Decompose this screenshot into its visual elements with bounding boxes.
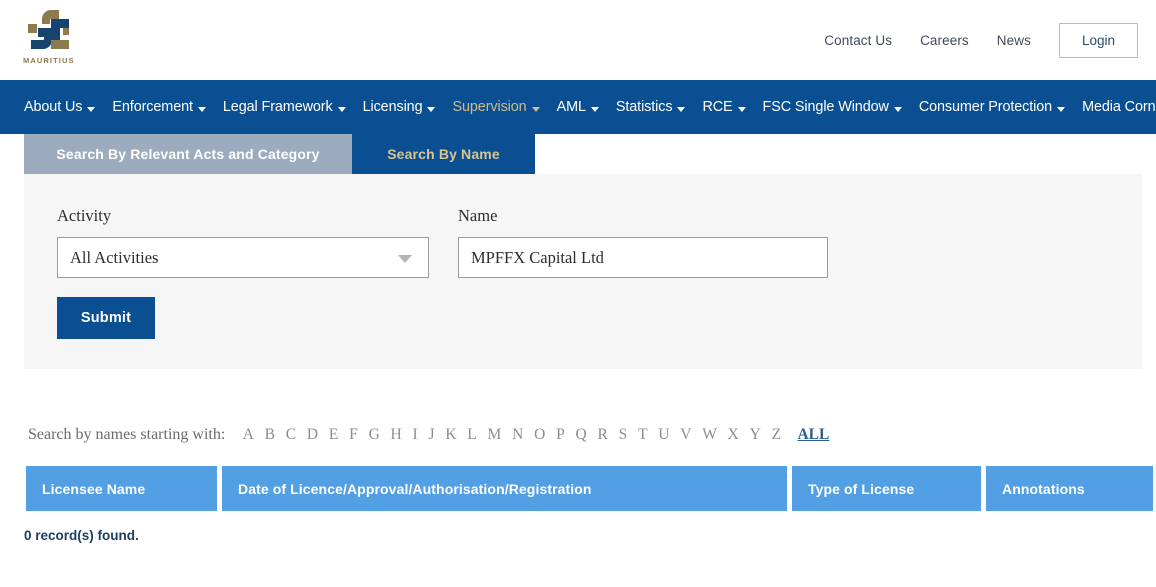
nav-item-legal-framework[interactable]: Legal Framework — [223, 99, 346, 115]
alphabet-link-e[interactable]: E — [324, 426, 344, 443]
chevron-down-icon — [427, 106, 436, 112]
fsc-logo-svg — [28, 10, 69, 49]
activity-select-value: All Activities — [70, 247, 159, 267]
top-links: Contact Us Careers News Login — [810, 0, 1138, 80]
chevron-down-icon — [893, 106, 902, 112]
nav-item-licensing[interactable]: Licensing — [363, 99, 436, 115]
chevron-down-icon — [737, 106, 746, 112]
nav-item-aml[interactable]: AML — [557, 99, 599, 115]
tab-search-by-acts-and-category[interactable]: Search By Relevant Acts and Category — [24, 134, 352, 174]
chevron-down-icon — [337, 106, 346, 112]
name-input[interactable] — [458, 237, 828, 278]
nav-item-supervision[interactable]: Supervision — [452, 99, 540, 115]
nav-label-licensing: Licensing — [362, 99, 423, 115]
column-header-date-of-licence[interactable]: Date of Licence/Approval/Authorisation/R… — [222, 466, 787, 511]
nav-label-consumer-protection: Consumer Protection — [918, 99, 1053, 115]
alphabet-link-l[interactable]: L — [462, 426, 482, 443]
alphabet-link-n[interactable]: N — [507, 426, 529, 443]
top-link-news[interactable]: News — [983, 33, 1045, 48]
alphabet-link-k[interactable]: K — [440, 426, 462, 443]
top-link-contact-us[interactable]: Contact Us — [810, 33, 906, 48]
alphabet-link-m[interactable]: M — [482, 426, 507, 443]
search-form-panel: Activity All Activities Name Submit — [24, 174, 1142, 369]
results-table-header: Licensee Name Date of Licence/Approval/A… — [0, 466, 1156, 511]
alphabet-link-a[interactable]: A — [237, 426, 259, 443]
nav-label-supervision: Supervision — [452, 99, 527, 115]
alphabet-link-i[interactable]: I — [407, 426, 423, 443]
activity-label: Activity — [57, 206, 112, 225]
alphabet-link-x[interactable]: X — [722, 426, 744, 443]
chevron-down-icon — [590, 106, 599, 112]
alphabet-link-d[interactable]: D — [302, 426, 324, 443]
alphabet-link-all[interactable]: ALL — [792, 426, 834, 444]
nav-item-about-us[interactable]: About Us — [24, 99, 96, 115]
column-header-type-of-license[interactable]: Type of License — [792, 466, 981, 511]
nav-label-about-us: About Us — [24, 99, 83, 115]
top-bar: MAURITIUS Contact Us Careers News Login — [0, 0, 1156, 80]
alphabet-link-r[interactable]: R — [592, 426, 613, 443]
alphabet-filter: Search by names starting with: ABCDEFGHI… — [0, 426, 1156, 444]
alphabet-link-u[interactable]: U — [653, 426, 675, 443]
alphabet-link-o[interactable]: O — [529, 426, 551, 443]
alphabet-link-p[interactable]: P — [551, 426, 570, 443]
alphabet-link-y[interactable]: Y — [744, 426, 766, 443]
nav-item-consumer-protection[interactable]: Consumer Protection — [918, 99, 1066, 115]
nav-label-statistics: Statistics — [615, 99, 673, 115]
nav-label-legal-framework: Legal Framework — [222, 99, 333, 115]
alphabet-intro-text: Search by names starting with: — [28, 426, 226, 443]
nav-label-enforcement: Enforcement — [112, 99, 193, 115]
top-link-careers[interactable]: Careers — [906, 33, 983, 48]
alphabet-link-v[interactable]: V — [675, 426, 697, 443]
alphabet-link-z[interactable]: Z — [766, 426, 786, 443]
submit-button[interactable]: Submit — [57, 297, 155, 339]
alphabet-link-c[interactable]: C — [280, 426, 301, 443]
nav-item-fsc-single-window[interactable]: FSC Single Window — [763, 99, 902, 115]
alphabet-link-q[interactable]: Q — [570, 426, 592, 443]
alphabet-link-b[interactable]: B — [259, 426, 280, 443]
alphabet-link-g[interactable]: G — [363, 426, 385, 443]
chevron-down-icon — [87, 106, 96, 112]
alphabet-link-h[interactable]: H — [385, 426, 407, 443]
alphabet-link-w[interactable]: W — [697, 426, 722, 443]
column-header-annotations[interactable]: Annotations — [986, 466, 1153, 511]
nav-item-rce[interactable]: RCE — [702, 99, 746, 115]
nav-item-enforcement[interactable]: Enforcement — [112, 99, 206, 115]
alphabet-link-t[interactable]: T — [633, 426, 653, 443]
tab-search-by-name[interactable]: Search By Name — [352, 134, 535, 174]
nav-item-statistics[interactable]: Statistics — [616, 99, 686, 115]
alphabet-link-f[interactable]: F — [344, 426, 363, 443]
chevron-down-icon — [398, 254, 412, 263]
nav-label-rce: RCE — [702, 99, 733, 115]
nav-label-fsc-single-window: FSC Single Window — [762, 99, 889, 115]
chevron-down-icon — [677, 106, 686, 112]
column-header-licensee-name[interactable]: Licensee Name — [26, 466, 217, 511]
login-button[interactable]: Login — [1058, 22, 1138, 58]
chevron-down-icon — [197, 106, 206, 112]
fsc-logo-mark — [22, 4, 78, 56]
logo-caption: MAURITIUS — [23, 56, 75, 65]
nav-label-aml: AML — [556, 99, 586, 115]
name-label: Name — [458, 206, 498, 225]
chevron-down-icon — [1057, 106, 1066, 112]
chevron-down-icon — [531, 106, 540, 112]
alphabet-link-s[interactable]: S — [613, 426, 632, 443]
nav-item-media-corner[interactable]: Media Corner — [1082, 99, 1156, 115]
alphabet-link-j[interactable]: J — [423, 426, 440, 443]
main-navigation: About Us Enforcement Legal Framework Lic… — [0, 80, 1156, 134]
alphabet-letter-list: ABCDEFGHIJKLMNOPQRSTUVWXYZ — [237, 426, 786, 444]
fsc-logo[interactable]: MAURITIUS — [22, 4, 78, 72]
search-tabs: Search By Relevant Acts and Category Sea… — [0, 134, 1156, 174]
record-count: 0 record(s) found. — [24, 528, 139, 543]
nav-label-media-corner: Media Corner — [1082, 99, 1156, 115]
activity-select[interactable]: All Activities — [57, 237, 429, 278]
